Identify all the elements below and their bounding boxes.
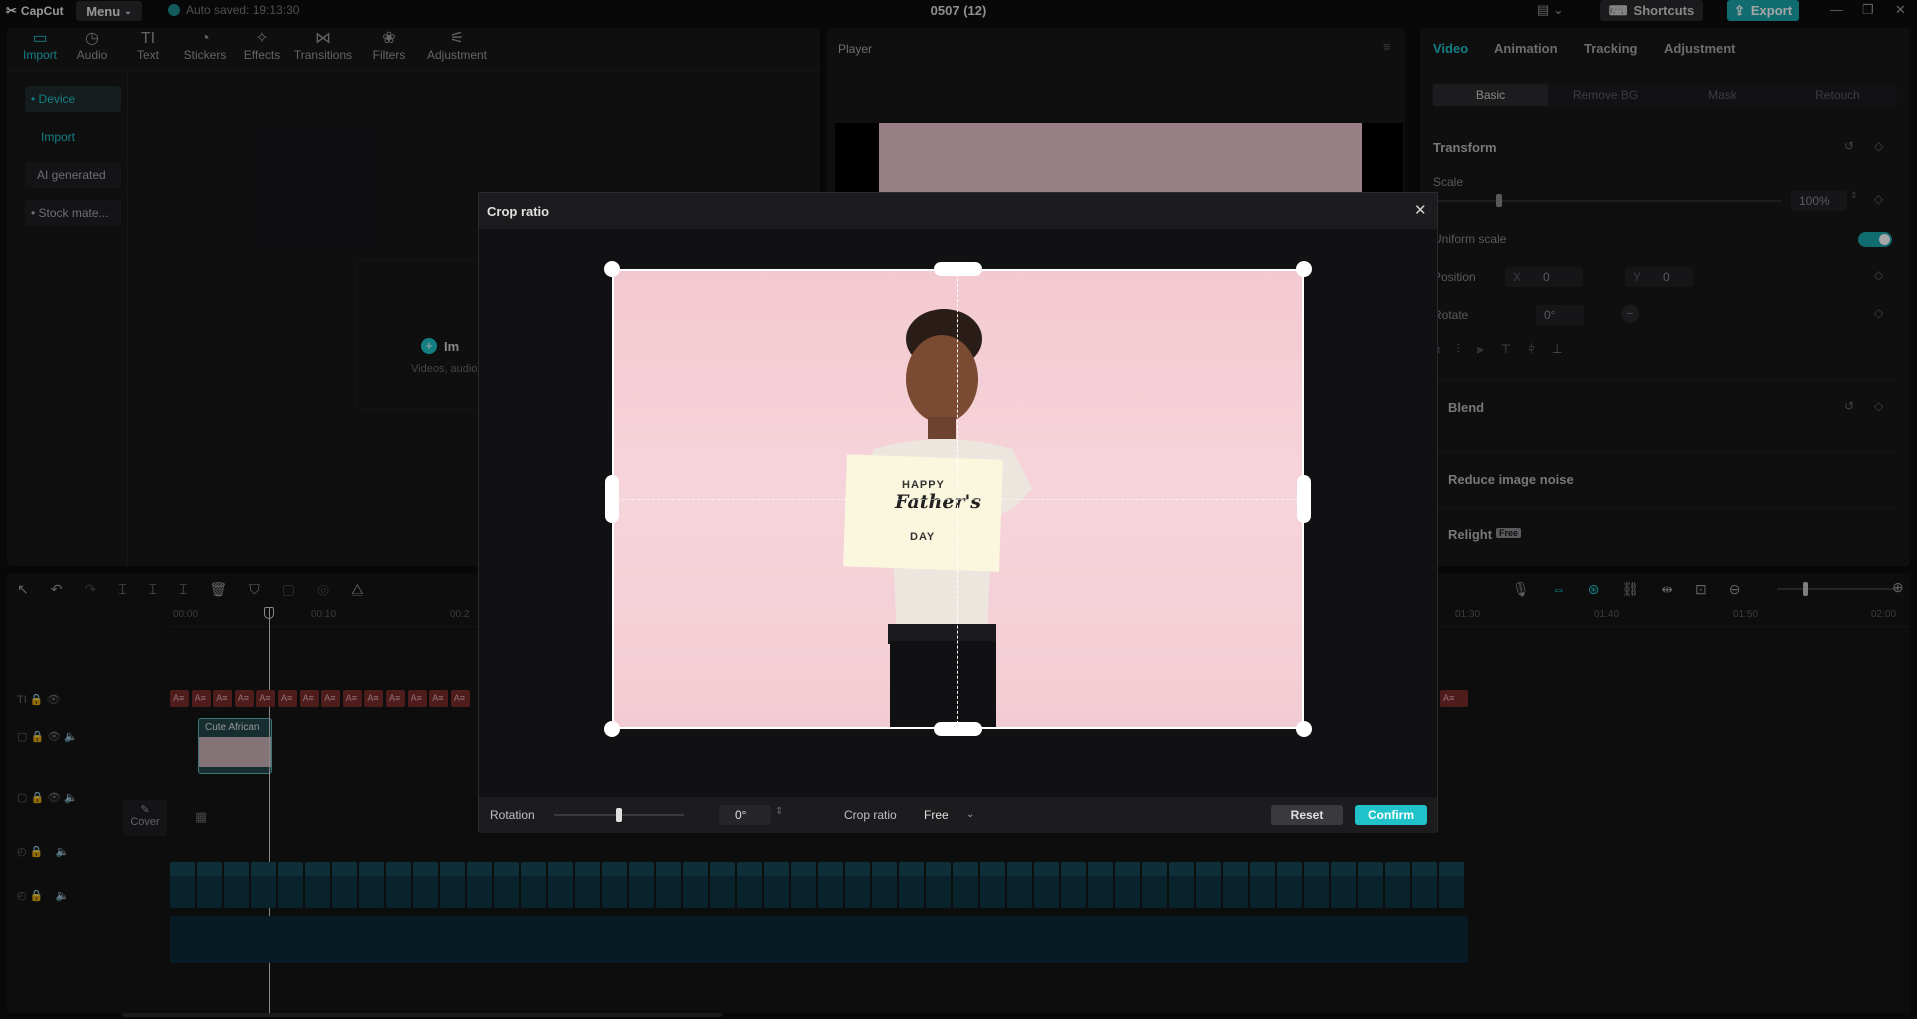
- rotation-label: Rotation: [490, 808, 535, 822]
- rotation-slider-handle[interactable]: [616, 808, 622, 822]
- crop-ratio-value: Free: [924, 808, 949, 822]
- rotation-slider[interactable]: [554, 808, 684, 822]
- crop-ratio-label: Crop ratio: [844, 808, 897, 822]
- crop-handle-left[interactable]: [605, 475, 619, 523]
- rotation-stepper-icon[interactable]: ⇕: [775, 806, 783, 817]
- close-icon[interactable]: ✕: [1414, 201, 1427, 219]
- dialog-title: Crop ratio: [487, 204, 550, 219]
- crop-ratio-select[interactable]: Free ⌄: [916, 805, 978, 825]
- crop-handle-right[interactable]: [1297, 475, 1311, 523]
- confirm-button[interactable]: Confirm: [1355, 805, 1427, 825]
- crop-handle-bottom-left[interactable]: [604, 721, 620, 737]
- crop-grid-horizontal: [612, 499, 1304, 500]
- crop-image[interactable]: HAPPY Father's DAY: [612, 269, 1304, 729]
- rotation-input[interactable]: 0°: [719, 805, 771, 825]
- chevron-down-icon: ⌄: [966, 809, 975, 820]
- crop-handle-bottom[interactable]: [934, 722, 982, 736]
- crop-handle-top-left[interactable]: [604, 261, 620, 277]
- crop-handle-bottom-right[interactable]: [1296, 721, 1312, 737]
- reset-button[interactable]: Reset: [1271, 805, 1343, 825]
- crop-handle-top-right[interactable]: [1296, 261, 1312, 277]
- crop-handle-top[interactable]: [934, 262, 982, 276]
- dialog-footer: Rotation 0° ⇕ Crop ratio Free ⌄ Reset Co…: [479, 797, 1437, 833]
- dialog-header: Crop ratio ✕: [479, 193, 1437, 229]
